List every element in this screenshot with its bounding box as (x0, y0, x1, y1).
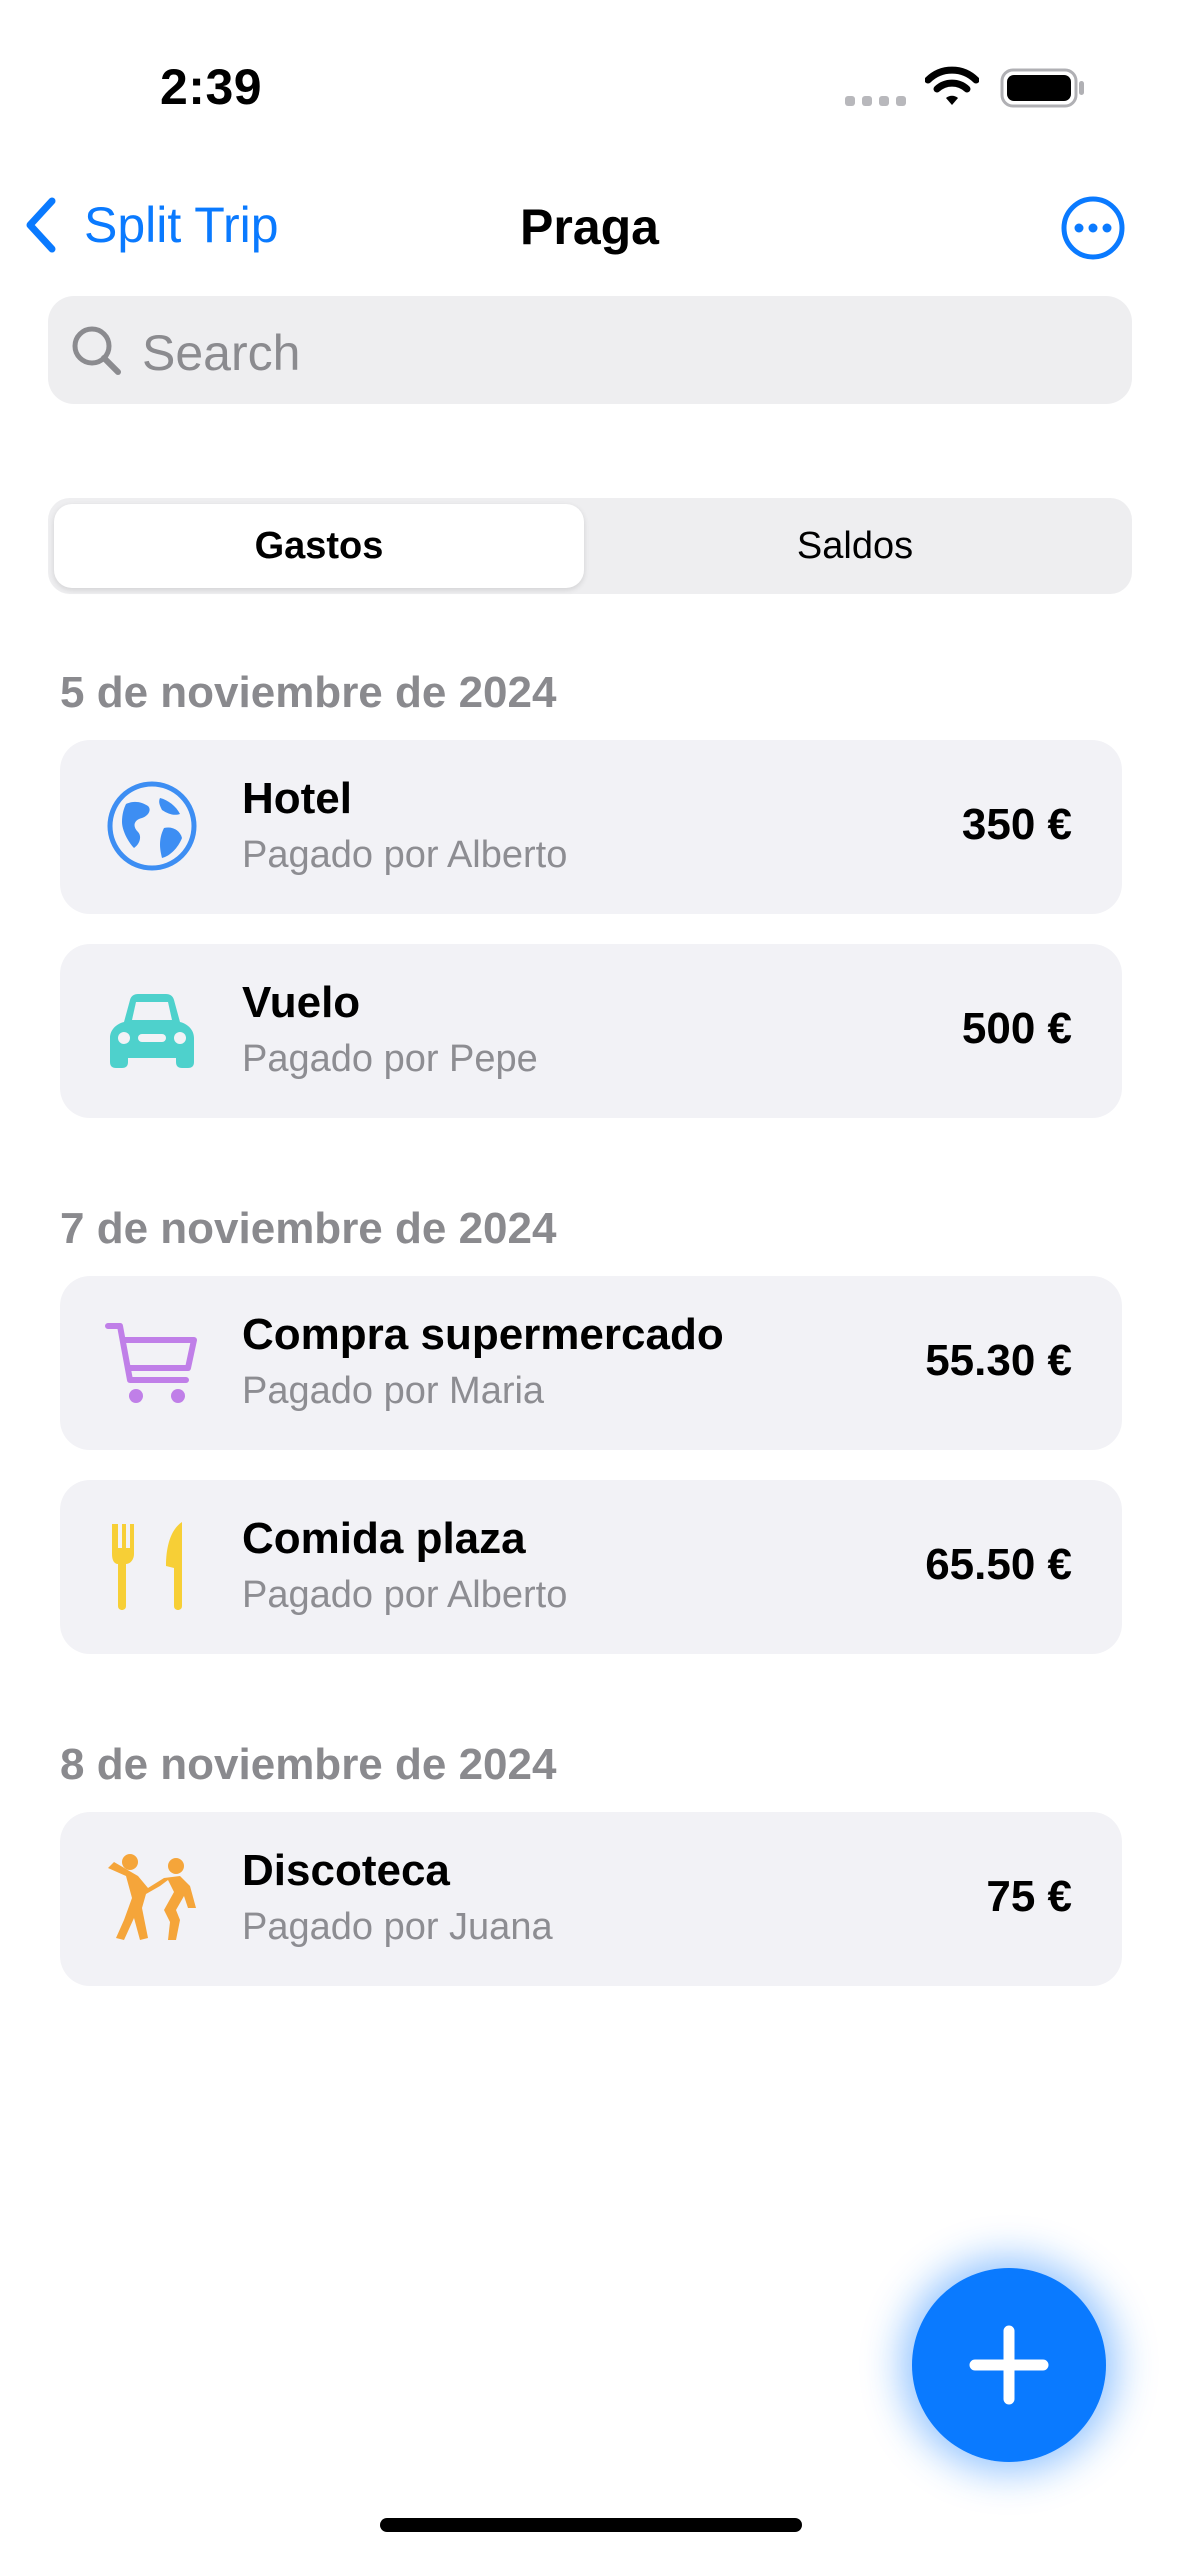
expense-payer: Pagado por Alberto (242, 1574, 568, 1616)
expense-amount: 75 € (986, 1872, 1072, 1921)
cellular-signal-icon (845, 94, 907, 113)
dancing-figures-icon (104, 1850, 200, 1946)
cart-icon (104, 1314, 200, 1410)
expense-payer: Pagado por Maria (242, 1370, 545, 1412)
globe-icon (104, 778, 200, 874)
expense-amount: 500 € (961, 1004, 1072, 1053)
expense-title: Compra supermercado (242, 1310, 724, 1359)
fork-knife-icon (104, 1518, 200, 1614)
expense-row-comida-plaza[interactable]: Comida plaza Pagado por Alberto 65.50 € (60, 1480, 1122, 1654)
home-indicator (380, 2518, 802, 2532)
search-placeholder: Search (142, 325, 301, 381)
expense-amount: 65.50 € (925, 1540, 1072, 1589)
expense-amount: 55.30 € (925, 1336, 1072, 1385)
expense-title: Comida plaza (242, 1514, 526, 1563)
expense-row-compra-supermercado[interactable]: Compra supermercado Pagado por Maria 55.… (60, 1276, 1122, 1450)
segment-saldos[interactable]: Saldos (584, 504, 1126, 588)
page-title: Praga (520, 199, 659, 255)
expense-row-discoteca[interactable]: Discoteca Pagado por Juana 75 € (60, 1812, 1122, 1986)
more-options-button[interactable] (1060, 195, 1126, 266)
expense-payer: Pagado por Juana (242, 1906, 553, 1948)
section-date-header: 5 de noviembre de 2024 (60, 668, 557, 717)
expense-payer: Pagado por Pepe (242, 1038, 538, 1080)
wifi-icon (924, 66, 980, 113)
section-date-header: 8 de noviembre de 2024 (60, 1740, 557, 1789)
expense-title: Discoteca (242, 1846, 450, 1895)
add-expense-button[interactable] (912, 2268, 1106, 2462)
car-icon (104, 982, 200, 1078)
expense-row-hotel[interactable]: Hotel Pagado por Alberto 350 € (60, 740, 1122, 914)
segment-gastos[interactable]: Gastos (54, 504, 584, 588)
status-time: 2:39 (160, 59, 263, 115)
plus-icon (969, 2325, 1049, 2405)
expense-payer: Pagado por Alberto (242, 834, 568, 876)
search-icon (70, 324, 122, 381)
battery-icon (1000, 68, 1086, 113)
expense-row-vuelo[interactable]: Vuelo Pagado por Pepe 500 € (60, 944, 1122, 1118)
ellipsis-circle-icon (1061, 196, 1125, 260)
expense-amount: 350 € (961, 800, 1072, 849)
expense-title: Vuelo (242, 978, 361, 1027)
section-date-header: 7 de noviembre de 2024 (60, 1204, 557, 1253)
expense-title: Hotel (242, 774, 352, 823)
